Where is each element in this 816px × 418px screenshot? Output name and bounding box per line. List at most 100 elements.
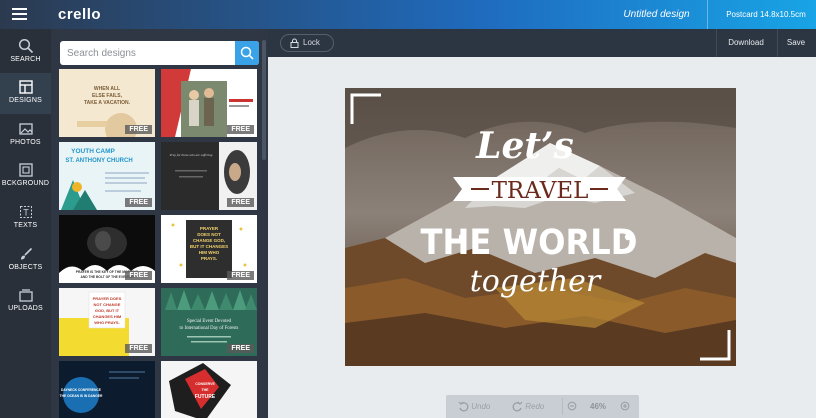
template-preview: CONSERVE THE FUTURE <box>161 361 257 418</box>
canvas-workspace: Let’s TRAVEL THE WORLD together <box>268 57 816 418</box>
lock-icon <box>290 38 299 48</box>
free-badge: FREE <box>227 198 254 207</box>
redo-icon <box>512 401 523 412</box>
headline-travel[interactable]: TRAVEL <box>492 178 589 204</box>
designs-panel: WHEN ALL ELSE FAILS, TAKE A VACATION. FR… <box>51 29 268 418</box>
divider <box>562 398 563 415</box>
canvas-controls: Undo Redo 46% <box>446 395 639 418</box>
template-text: CHANGES HIM <box>93 314 122 319</box>
template-text: GOD, BUT IT <box>95 308 120 313</box>
template-text: DAYNECK CONFERENCE <box>61 388 102 392</box>
redo-button[interactable]: Redo <box>512 395 544 418</box>
nav-objects[interactable]: OBJECTS <box>0 240 51 281</box>
document-title[interactable]: Untitled design <box>610 0 703 29</box>
template-card[interactable]: PRAYER DOES NOT CHANGE GOD, BUT IT CHANG… <box>59 288 155 356</box>
nav-search[interactable]: SEARCH <box>0 32 51 73</box>
zoom-in-button[interactable] <box>620 395 631 418</box>
undo-icon <box>458 401 469 412</box>
template-text: THE OCEAN IS IN DANGER <box>60 394 103 398</box>
brush-icon <box>20 247 32 260</box>
free-badge: FREE <box>125 198 152 207</box>
nav-background[interactable]: BCKGROUND <box>0 156 51 197</box>
template-card[interactable]: FREE <box>161 69 257 137</box>
template-text: ELSE FAILS, <box>92 93 123 99</box>
nav-label: OBJECTS <box>8 264 43 271</box>
search-icon <box>18 38 33 54</box>
template-text: WHEN ALL <box>94 86 120 92</box>
nav-label: TEXTS <box>13 222 38 229</box>
template-card[interactable]: PRAYER DOES NOT CHANGE GOD, BUT IT CHANG… <box>161 215 257 283</box>
redo-label: Redo <box>525 402 545 411</box>
lock-label: Lock <box>303 38 320 47</box>
template-text: CHANGE GOD, <box>193 238 225 243</box>
crello-editor: crello Untitled design Postcard 14.8x10.… <box>0 0 816 418</box>
panel-scrollbar[interactable] <box>262 40 266 160</box>
upload-icon <box>18 289 33 302</box>
nav-uploads[interactable]: UPLOADS <box>0 281 51 322</box>
nav-designs[interactable]: DESIGNS <box>0 73 51 114</box>
background-icon <box>18 163 33 177</box>
svg-text:T: T <box>23 208 29 218</box>
free-badge: FREE <box>125 125 152 134</box>
template-card[interactable]: Pray for those who are suffering FREE <box>161 142 257 210</box>
free-badge: FREE <box>227 125 254 134</box>
zoom-level[interactable]: 46% <box>590 395 606 418</box>
layout-icon <box>18 80 33 94</box>
template-card[interactable]: PRAYER IS THE KEY OF THE MORNING AND THE… <box>59 215 155 283</box>
menu-icon[interactable] <box>10 6 30 22</box>
travel-postcard-design: Let’s TRAVEL THE WORLD together <box>345 88 736 366</box>
headline-the-world[interactable]: THE WORLD <box>421 222 638 263</box>
template-text: BUT IT CHANGES <box>190 244 228 249</box>
save-button[interactable]: Save <box>780 29 812 57</box>
nav-label: BCKGROUND <box>1 180 50 187</box>
app-logo[interactable]: crello <box>58 6 101 23</box>
free-badge: FREE <box>125 271 152 280</box>
free-badge: FREE <box>227 344 254 353</box>
template-text: FUTURE <box>195 394 216 400</box>
template-card[interactable]: CONSERVE THE FUTURE <box>161 361 257 418</box>
template-text: YOUTH CAMP <box>71 148 115 155</box>
text-icon: T <box>19 206 32 218</box>
headline-lets[interactable]: Let’s <box>475 125 574 167</box>
template-card[interactable]: DAYNECK CONFERENCE THE OCEAN IS IN DANGE… <box>59 361 155 418</box>
download-button[interactable]: Download <box>720 29 772 57</box>
template-text: PRAYS. <box>201 256 217 261</box>
template-preview: DAYNECK CONFERENCE THE OCEAN IS IN DANGE… <box>59 361 155 418</box>
nav-texts[interactable]: T TEXTS <box>0 198 51 239</box>
template-card[interactable]: YOUTH CAMP ST. ANTHONY CHURCH FREE <box>59 142 155 210</box>
editor-toolbar: Lock Download Save <box>268 29 816 57</box>
lock-button[interactable]: Lock <box>280 34 334 52</box>
template-text: ST. ANTHONY CHURCH <box>65 158 132 164</box>
zoom-out-icon <box>567 402 577 411</box>
template-text: CONSERVE <box>195 382 215 386</box>
undo-label: Undo <box>471 402 491 411</box>
template-text: Special Event Devoted <box>187 319 232 324</box>
template-text: THE <box>202 388 210 392</box>
template-card[interactable]: WHEN ALL ELSE FAILS, TAKE A VACATION. FR… <box>59 69 155 137</box>
free-badge: FREE <box>125 344 152 353</box>
top-bar: crello Untitled design Postcard 14.8x10.… <box>0 0 816 29</box>
template-text: PRAYER DOES <box>93 296 122 301</box>
template-card[interactable]: Special Event Devoted to International D… <box>161 288 257 356</box>
image-icon <box>18 123 33 135</box>
nav-label: SEARCH <box>10 56 41 63</box>
zoom-out-button[interactable] <box>567 395 578 418</box>
side-nav: SEARCH DESIGNS PHOTOS BCKGROUND T TEXTS … <box>0 29 51 418</box>
search-button[interactable] <box>235 41 259 65</box>
undo-button[interactable]: Undo <box>458 395 490 418</box>
template-text: DOES NOT <box>197 232 221 237</box>
search-input[interactable] <box>60 41 235 65</box>
nav-photos[interactable]: PHOTOS <box>0 115 51 156</box>
divider <box>777 29 778 57</box>
template-text: NOT CHANGE <box>94 302 121 307</box>
free-badge: FREE <box>227 271 254 280</box>
design-artboard[interactable]: Let’s TRAVEL THE WORLD together <box>345 88 736 366</box>
headline-together[interactable]: together <box>470 264 602 299</box>
template-grid: WHEN ALL ELSE FAILS, TAKE A VACATION. FR… <box>59 69 257 418</box>
template-text: to International Day of Forests <box>180 326 239 331</box>
search-icon <box>240 46 254 60</box>
divider <box>716 29 717 57</box>
format-label[interactable]: Postcard 14.8x10.5cm <box>716 0 816 29</box>
nav-label: UPLOADS <box>8 305 43 312</box>
zoom-in-icon <box>620 402 630 411</box>
